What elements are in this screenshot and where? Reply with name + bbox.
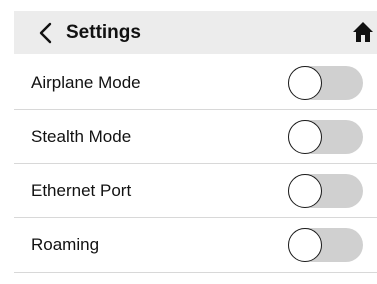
settings-screen: Settings Airplane Mode Stealth Mode Ethe… [0, 0, 377, 284]
header-bar: Settings [14, 11, 377, 54]
setting-label: Roaming [31, 235, 100, 254]
setting-label: Stealth Mode [31, 127, 132, 146]
toggle-knob [288, 120, 322, 154]
toggle-knob [288, 66, 322, 100]
setting-row-stealth-mode: Stealth Mode [14, 110, 377, 164]
airplane-mode-toggle[interactable] [288, 66, 363, 100]
page-title: Settings [66, 22, 141, 43]
setting-row-ethernet-port: Ethernet Port [14, 164, 377, 218]
ethernet-port-toggle[interactable] [288, 174, 363, 208]
setting-label: Airplane Mode [31, 73, 141, 92]
setting-row-roaming: Roaming [14, 218, 377, 272]
home-icon[interactable] [352, 21, 374, 43]
setting-label: Ethernet Port [31, 181, 132, 200]
toggle-knob [288, 174, 322, 208]
toggle-knob [288, 228, 322, 262]
row-divider [14, 272, 377, 273]
setting-row-airplane-mode: Airplane Mode [14, 56, 377, 110]
roaming-toggle[interactable] [288, 228, 363, 262]
back-icon[interactable] [36, 20, 58, 46]
stealth-mode-toggle[interactable] [288, 120, 363, 154]
